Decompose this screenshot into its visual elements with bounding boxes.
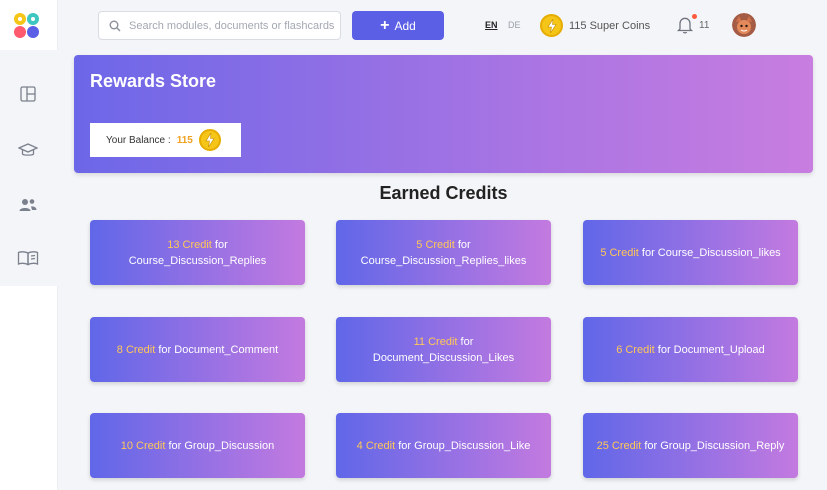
credit-card[interactable]: 6 Credit for Document_Upload	[583, 317, 798, 382]
credit-amount: 4 Credit	[356, 439, 396, 452]
sidebar-item-library[interactable]	[14, 244, 42, 272]
balance-box: Your Balance : 115	[90, 123, 241, 157]
sidebar-nav	[0, 50, 58, 286]
lightning-coin-icon	[198, 129, 221, 151]
lang-en-link[interactable]: EN	[485, 20, 498, 30]
top-bar: + Add EN DE 115 Super Coins 11	[58, 0, 827, 50]
balance-label: Your Balance :	[106, 134, 171, 146]
credit-amount: 11 Credit	[413, 335, 458, 348]
credit-description: for Document_Upload	[657, 343, 765, 356]
bell-icon[interactable]	[676, 15, 694, 35]
avatar[interactable]	[732, 13, 756, 37]
credit-amount: 13 Credit	[167, 238, 212, 251]
search-box[interactable]	[98, 11, 341, 40]
dashboard-icon	[20, 86, 36, 102]
credit-card[interactable]: 8 Credit for Document_Comment	[90, 317, 305, 382]
credit-card[interactable]: 10 Credit for Group_Discussion	[90, 413, 305, 478]
sidebar	[0, 0, 58, 490]
credit-amount: 5 Credit	[416, 238, 455, 251]
super-coins-label: 115 Super Coins	[569, 19, 651, 32]
credit-amount: 10 Credit	[120, 439, 166, 452]
lightning-coin-icon	[540, 14, 563, 37]
credit-card[interactable]: 13 Credit for Course_Discussion_Replies	[90, 220, 305, 285]
add-button-label: Add	[394, 18, 416, 33]
credit-card[interactable]: 11 Credit for Document_Discussion_Likes	[336, 317, 551, 382]
credit-amount: 8 Credit	[116, 343, 156, 356]
sidebar-item-dashboard[interactable]	[14, 80, 42, 108]
rewards-hero: Rewards Store Your Balance : 115	[74, 55, 813, 173]
notification-dot	[692, 14, 697, 19]
page-title: Rewards Store	[90, 71, 217, 91]
sidebar-item-courses[interactable]	[14, 136, 42, 164]
search-icon	[109, 20, 121, 31]
credit-card[interactable]: 5 Credit for Course_Discussion_likes	[583, 220, 798, 285]
book-icon	[17, 251, 39, 266]
credit-description: for Course_Discussion_likes	[641, 246, 781, 259]
credit-card[interactable]: 25 Credit for Group_Discussion_Reply	[583, 413, 798, 478]
credit-amount: 25 Credit	[596, 439, 642, 452]
notification-count: 11	[699, 20, 710, 31]
super-coins[interactable]: 115 Super Coins	[540, 14, 650, 37]
credit-description: for Group_Discussion	[168, 439, 275, 452]
credit-description: for Group_Discussion_Reply	[644, 439, 785, 452]
credit-description: for Document_Comment	[158, 343, 279, 356]
section-title: Earned Credits	[379, 183, 508, 203]
graduation-cap-icon	[18, 143, 38, 156]
search-input[interactable]	[129, 19, 339, 32]
credit-card[interactable]: 4 Credit for Group_Discussion_Like	[336, 413, 551, 478]
plus-icon: +	[380, 16, 390, 34]
credit-card[interactable]: 5 Credit for Course_Discussion_Replies_l…	[336, 220, 551, 285]
add-button[interactable]: + Add	[352, 11, 444, 40]
credit-amount: 5 Credit	[600, 246, 639, 259]
credit-description: for Group_Discussion_Like	[398, 439, 531, 452]
credit-amount: 6 Credit	[616, 343, 655, 356]
app-logo[interactable]	[12, 11, 42, 41]
lang-de-link[interactable]: DE	[508, 20, 521, 30]
balance-value: 115	[176, 134, 193, 146]
